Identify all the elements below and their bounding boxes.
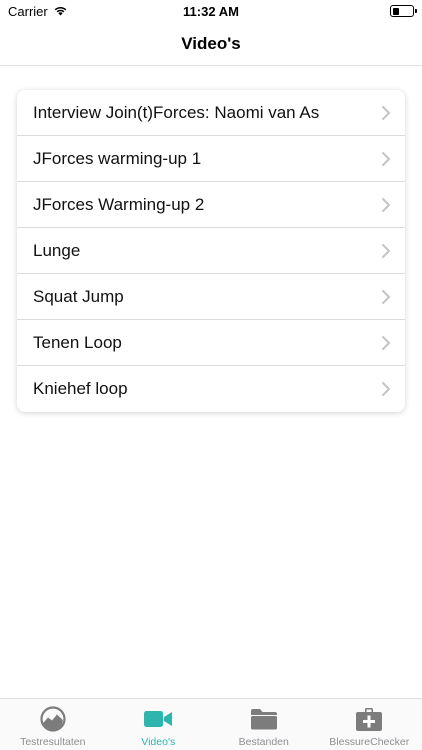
- list-item[interactable]: Kniehef loop: [17, 366, 405, 412]
- tab-bestanden[interactable]: Bestanden: [211, 699, 317, 750]
- status-bar: Carrier 11:32 AM: [0, 0, 422, 22]
- list-item[interactable]: JForces warming-up 1: [17, 136, 405, 182]
- list-item-label: Squat Jump: [33, 286, 124, 306]
- tab-testresultaten[interactable]: Testresultaten: [0, 699, 106, 750]
- chevron-right-icon: [382, 151, 390, 166]
- chart-circle-icon: [39, 706, 67, 732]
- navigation-bar: Video's: [0, 22, 422, 66]
- video-camera-icon: [144, 706, 173, 732]
- chevron-right-icon: [382, 243, 390, 258]
- chevron-right-icon: [382, 335, 390, 350]
- tab-label: BlessureChecker: [329, 736, 410, 748]
- battery-level: [392, 7, 400, 15]
- carrier-label: Carrier: [8, 3, 48, 19]
- tab-label: Testresultaten: [20, 736, 86, 748]
- list-item[interactable]: Interview Join(t)Forces: Naomi van As: [17, 90, 405, 136]
- main-content: Interview Join(t)Forces: Naomi van As JF…: [0, 66, 422, 698]
- chevron-right-icon: [382, 197, 390, 212]
- list-item-label: Interview Join(t)Forces: Naomi van As: [33, 102, 320, 122]
- tab-label: Bestanden: [238, 736, 289, 748]
- tab-blessurechecker[interactable]: BlessureChecker: [317, 699, 422, 750]
- list-item-label: Lunge: [33, 240, 81, 260]
- list-item[interactable]: Squat Jump: [17, 274, 405, 320]
- tab-bar: Testresultaten Video's Bestanden Blessur…: [0, 698, 422, 750]
- list-item-label: Tenen Loop: [33, 332, 122, 352]
- first-aid-kit-icon: [355, 706, 383, 732]
- status-left: Carrier: [8, 4, 68, 19]
- tab-videos[interactable]: Video's: [106, 699, 212, 750]
- list-item[interactable]: Lunge: [17, 228, 405, 274]
- battery-icon: [390, 5, 417, 17]
- chevron-right-icon: [382, 382, 390, 396]
- tab-label: Video's: [141, 736, 176, 748]
- video-list: Interview Join(t)Forces: Naomi van As JF…: [17, 90, 405, 412]
- list-item-label: Kniehef loop: [33, 379, 128, 398]
- page-title: Video's: [181, 33, 241, 53]
- list-item-label: JForces warming-up 1: [33, 148, 202, 168]
- folder-icon: [250, 706, 278, 732]
- wifi-icon: [53, 4, 68, 19]
- list-item[interactable]: Tenen Loop: [17, 320, 405, 366]
- list-item[interactable]: JForces Warming-up 2: [17, 182, 405, 228]
- chevron-right-icon: [382, 289, 390, 304]
- list-item-label: JForces Warming-up 2: [33, 194, 205, 214]
- chevron-right-icon: [382, 105, 390, 120]
